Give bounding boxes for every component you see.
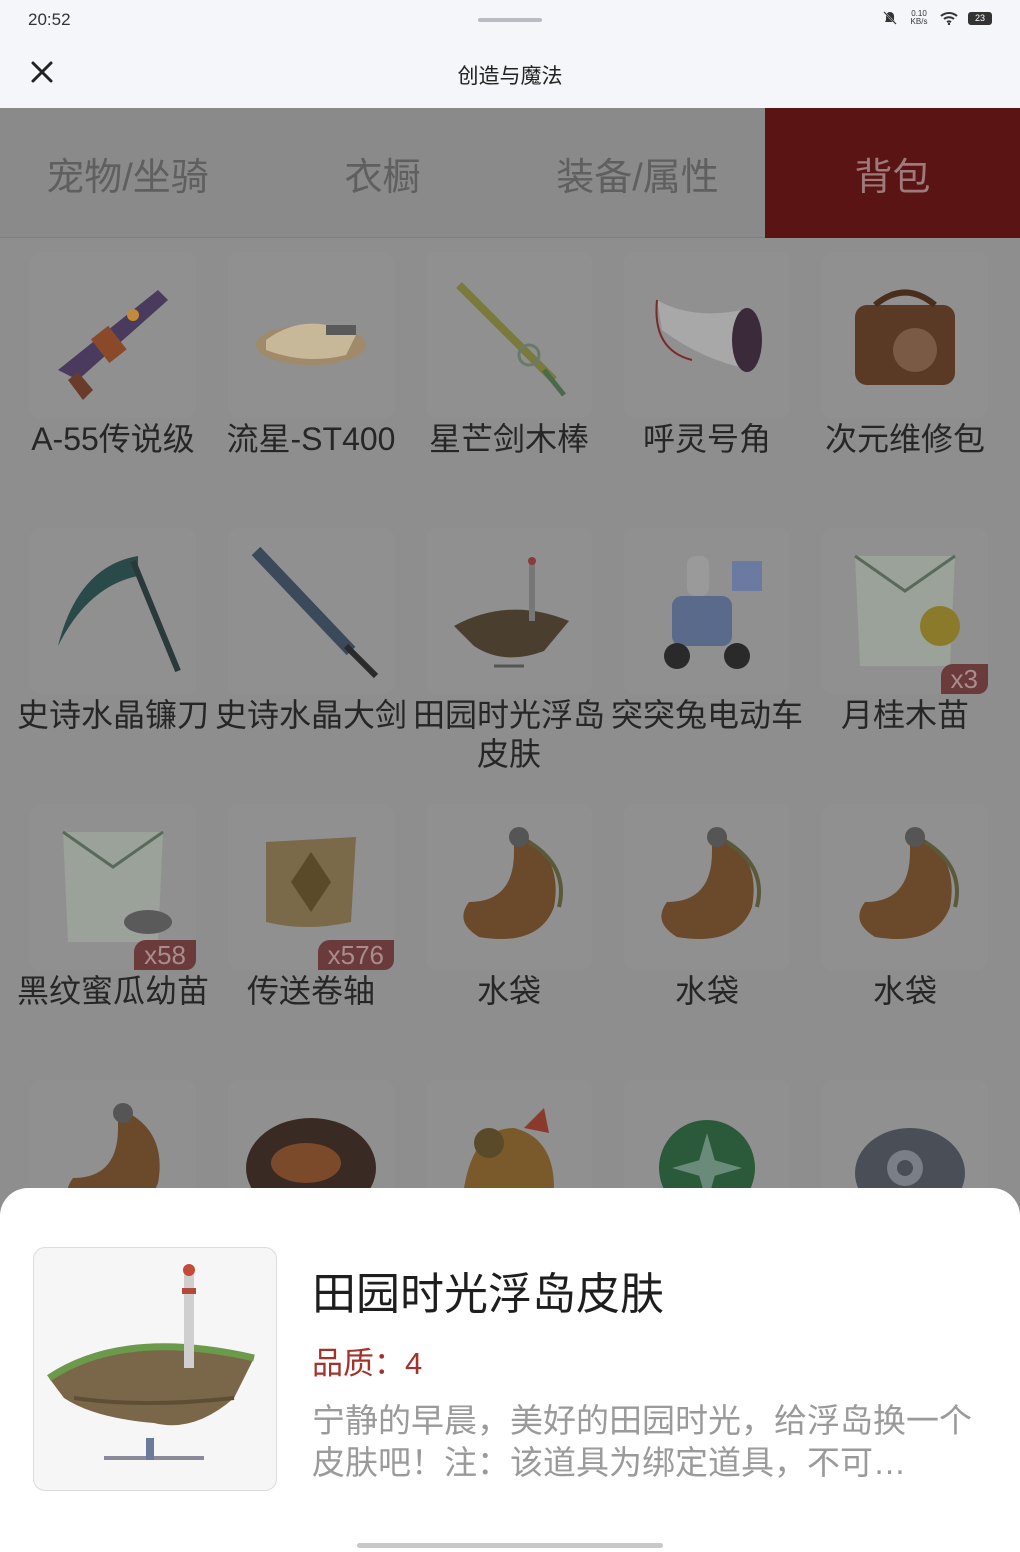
item-thumbnail bbox=[624, 252, 790, 418]
detail-title: 田园时光浮岛皮肤 bbox=[312, 1270, 664, 1319]
gun-icon bbox=[58, 290, 168, 400]
item-thumbnail: x576 bbox=[228, 804, 394, 970]
home-indicator[interactable] bbox=[357, 1543, 663, 1548]
item-name: 次元维修包 bbox=[824, 421, 985, 457]
tab-wardrobe[interactable]: 衣橱 bbox=[255, 108, 510, 238]
horn-icon bbox=[655, 299, 762, 372]
sword-icon bbox=[456, 282, 566, 397]
item-quantity: x576 bbox=[317, 940, 394, 970]
item-name: 史诗水晶大剑 bbox=[214, 697, 407, 733]
item-name: 黑纹蜜瓜幼苗 bbox=[16, 973, 209, 1009]
item-name: 呼灵号角 bbox=[642, 421, 771, 457]
water-bag-icon bbox=[661, 827, 761, 939]
item-thumbnail: x3 bbox=[822, 528, 988, 694]
tab-backpack[interactable]: 背包 bbox=[765, 108, 1020, 238]
item-name: 水袋 bbox=[476, 973, 541, 1009]
item-name: 传送卷轴 bbox=[246, 973, 375, 1009]
item-name: 星芒剑木棒 bbox=[428, 421, 589, 457]
item-thumbnail bbox=[624, 528, 790, 694]
mute-bell-icon bbox=[883, 11, 897, 25]
item-thumbnail bbox=[228, 528, 394, 694]
item-thumbnail: x58 bbox=[30, 804, 196, 970]
page-title: 创造与魔法 bbox=[457, 65, 563, 88]
item-thumbnail bbox=[624, 804, 790, 970]
item-detail-sheet: 田园时光浮岛皮肤 品质：4 宁静的早晨，美好的田园时光，给浮岛换一个皮肤吧！注：… bbox=[0, 1188, 1020, 1552]
item-thumbnail bbox=[30, 528, 196, 694]
net-speed: 0.10 KB/s bbox=[910, 9, 928, 26]
water-bag-icon bbox=[859, 827, 959, 939]
scythe-icon bbox=[58, 556, 181, 673]
hover-bike-icon bbox=[256, 323, 366, 365]
water-bag-icon bbox=[463, 827, 563, 939]
window-handle[interactable] bbox=[478, 18, 542, 22]
detail-quality: 品质：4 bbox=[312, 1346, 423, 1381]
item-name: 水袋 bbox=[872, 973, 937, 1009]
tab-equipment[interactable]: 装备/属性 bbox=[510, 108, 765, 238]
item-name: 史诗水晶镰刀 bbox=[16, 697, 209, 733]
scooter-icon bbox=[664, 556, 762, 669]
item-name: 流星-ST400 bbox=[226, 421, 396, 457]
item-quantity: x3 bbox=[940, 664, 988, 694]
item-name: A-55传说级 bbox=[31, 421, 195, 457]
wifi-icon bbox=[940, 12, 958, 25]
detail-description: 宁静的早晨，美好的田园时光，给浮岛换一个皮肤吧！注：该道具为绑定道具，不可… bbox=[312, 1402, 972, 1481]
greatsword-icon bbox=[251, 546, 379, 679]
detail-image bbox=[33, 1247, 277, 1491]
battery-icon: 23 bbox=[968, 11, 992, 25]
status-time: 20:52 bbox=[28, 10, 71, 29]
item-thumbnail bbox=[426, 252, 592, 418]
item-thumbnail bbox=[822, 804, 988, 970]
item-quantity: x58 bbox=[134, 940, 196, 970]
item-thumbnail bbox=[228, 252, 394, 418]
status-icons: 0.10 KB/s 23 bbox=[882, 10, 992, 26]
item-name: 田园时光浮岛皮肤 bbox=[412, 697, 605, 772]
item-thumbnail bbox=[30, 252, 196, 418]
tab-pets-mounts[interactable]: 宠物/坐骑 bbox=[0, 108, 255, 238]
floating-island-icon bbox=[47, 1264, 255, 1460]
item-thumbnail bbox=[822, 252, 988, 418]
category-tabs: 宠物/坐骑 衣橱 装备/属性 背包 bbox=[0, 108, 1020, 238]
floating-island-icon bbox=[454, 557, 569, 668]
item-name: 月桂木苗 bbox=[840, 697, 969, 733]
status-bar: 20:52 0.10 KB/s 23 bbox=[0, 0, 1020, 40]
item-thumbnail bbox=[426, 528, 592, 694]
item-thumbnail bbox=[426, 804, 592, 970]
item-name: 水袋 bbox=[674, 973, 739, 1009]
repair-bag-icon bbox=[855, 289, 955, 385]
title-bar: 创造与魔法 bbox=[0, 40, 1020, 108]
item-name: 突突兔电动车 bbox=[610, 697, 803, 733]
